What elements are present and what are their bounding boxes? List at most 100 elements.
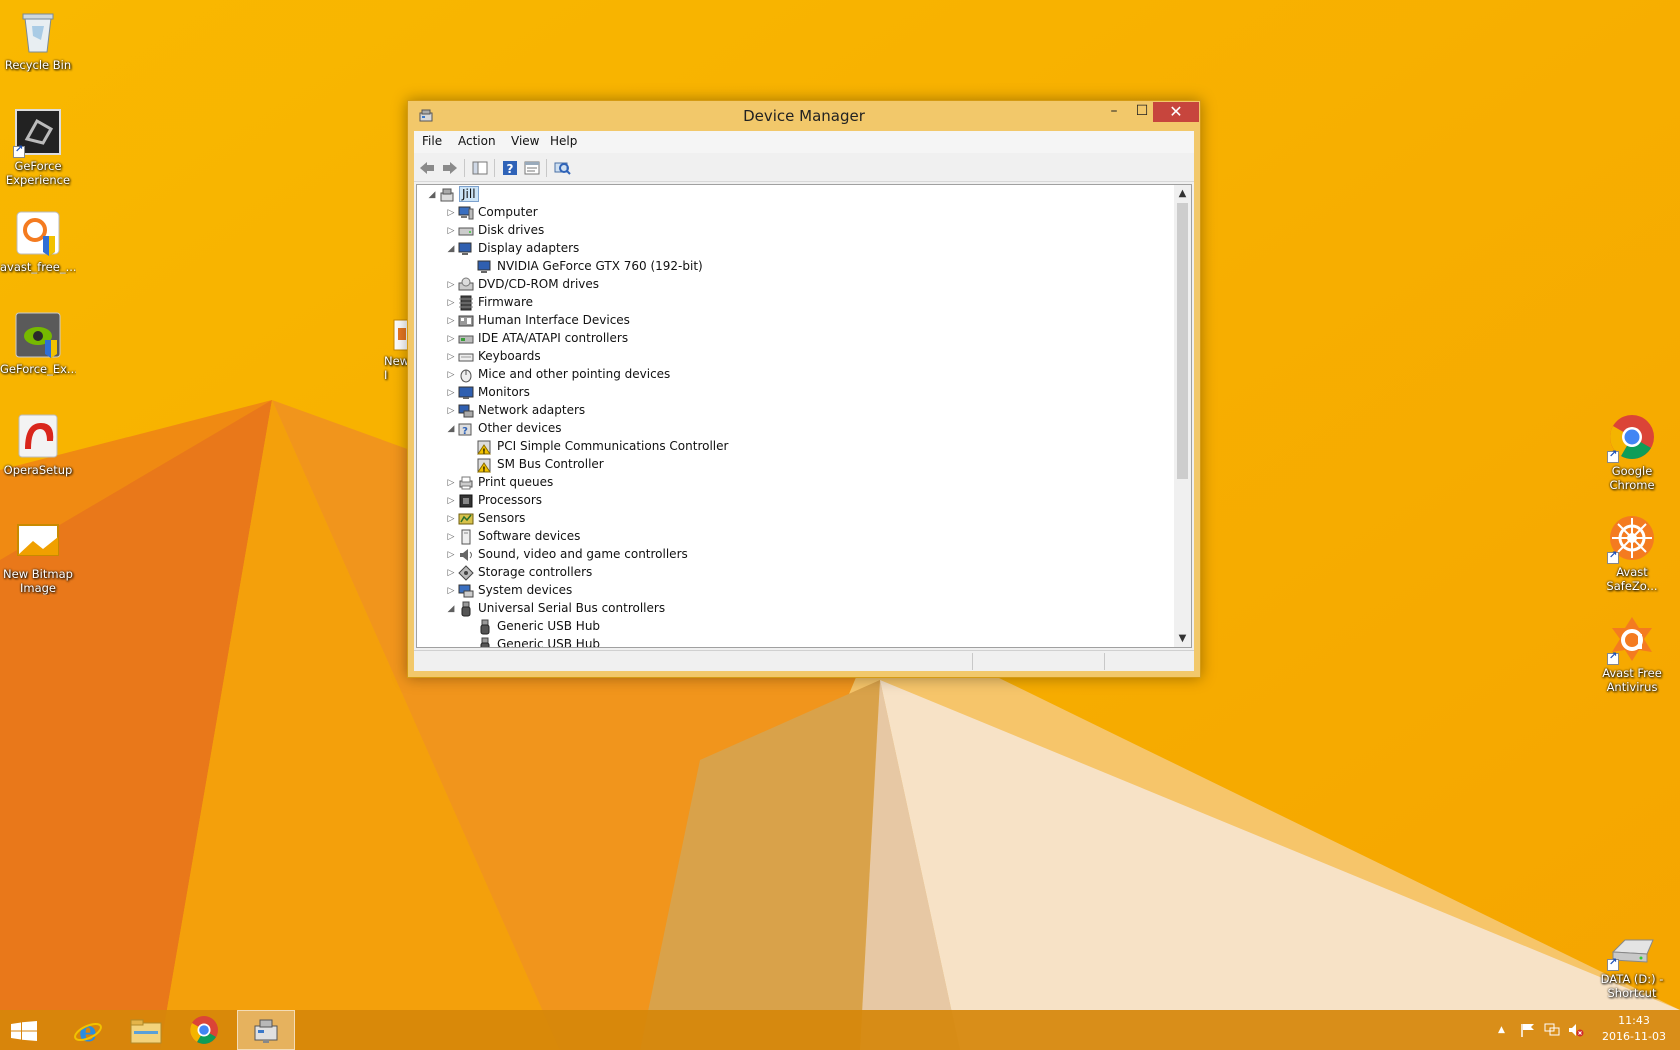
scroll-up-button[interactable]: ▲	[1174, 185, 1191, 202]
device-tree[interactable]: ◢ Jill ▷ Computer ▷ Disk drives ◢ Display adapt…	[416, 184, 1192, 648]
tree-item-firmware[interactable]: ▷ Firmware	[417, 294, 1167, 312]
shortcut-arrow-icon	[1607, 651, 1619, 665]
scroll-down-button[interactable]: ▼	[1174, 630, 1191, 647]
menu-help[interactable]: Help	[550, 134, 577, 148]
tree-item-label: Disk drives	[478, 223, 545, 237]
expand-arrow-icon[interactable]: ▷	[446, 312, 456, 330]
show-hidden-icons-icon[interactable]: ▲	[1498, 1023, 1514, 1037]
tree-item-disk-drives[interactable]: ▷ Disk drives	[417, 222, 1167, 240]
tree-item-display-adapters[interactable]: ◢ Display adapters	[417, 240, 1167, 258]
tree-item-generic-usb-hub[interactable]: Generic USB Hub	[417, 636, 1167, 647]
clock-date: 2016-11-03	[1602, 1030, 1666, 1043]
network-icon[interactable]	[1544, 1023, 1560, 1037]
disk-drive-icon	[458, 223, 474, 239]
tree-item-sensors[interactable]: ▷ Sensors	[417, 510, 1167, 528]
collapse-arrow-icon[interactable]: ◢	[446, 420, 456, 438]
toolbar-separator	[494, 159, 495, 177]
expand-arrow-icon[interactable]: ▷	[446, 384, 456, 402]
tree-item-monitors[interactable]: ▷ Monitors	[417, 384, 1167, 402]
tree-item-keyboards[interactable]: ▷ Keyboards	[417, 348, 1167, 366]
shortcut-arrow-icon	[1607, 550, 1619, 564]
expand-arrow-icon[interactable]: ▷	[446, 402, 456, 420]
taskbar-internet-explorer[interactable]: e	[58, 1010, 116, 1050]
menu-view[interactable]: View	[511, 134, 539, 148]
close-button[interactable]: ✕	[1153, 102, 1199, 122]
usb-icon	[458, 601, 474, 617]
expand-arrow-icon[interactable]: ▷	[446, 294, 456, 312]
expand-arrow-icon[interactable]: ▷	[446, 366, 456, 384]
properties-icon[interactable]	[522, 159, 542, 177]
action-center-flag-icon[interactable]	[1520, 1023, 1536, 1037]
expand-arrow-icon[interactable]: ▷	[446, 276, 456, 294]
expand-arrow-icon[interactable]: ▷	[446, 582, 456, 600]
tree-item-print-queues[interactable]: ▷ Print queues	[417, 474, 1167, 492]
desktop-icon-avast-safezone[interactable]: Avast SafeZo...	[1594, 513, 1670, 593]
desktop-icon-label: Google Chrome	[1609, 464, 1655, 492]
clock[interactable]: 11:43 2016-11-03	[1596, 1013, 1672, 1045]
tree-item-generic-usb-hub[interactable]: Generic USB Hub	[417, 618, 1167, 636]
show-hide-tree-icon[interactable]	[470, 159, 490, 177]
vertical-scrollbar[interactable]: ▲ ▼	[1174, 185, 1191, 647]
desktop-icon-recycle-bin[interactable]: Recycle Bin	[0, 6, 76, 72]
desktop-icon-geforce-installer[interactable]: GeForce_Ex...	[0, 310, 76, 376]
expand-arrow-icon[interactable]: ▷	[446, 510, 456, 528]
desktop-icon-chrome[interactable]: Google Chrome	[1594, 412, 1670, 492]
device-manager-window[interactable]: Device Manager – ☐ ✕ File Action View He…	[407, 100, 1201, 678]
desktop-icon-avast-installer[interactable]: avast_free_...	[0, 208, 76, 274]
tree-item-dvd-cd-rom-drives[interactable]: ▷ DVD/CD-ROM drives	[417, 276, 1167, 294]
menu-action[interactable]: Action	[458, 134, 496, 148]
title-bar[interactable]: Device Manager – ☐ ✕	[408, 101, 1200, 131]
expand-arrow-icon[interactable]: ▷	[446, 474, 456, 492]
tree-item-nvidia-geforce-gtx-760-192-bit[interactable]: NVIDIA GeForce GTX 760 (192-bit)	[417, 258, 1167, 276]
tree-item-other-devices[interactable]: ◢? Other devices	[417, 420, 1167, 438]
desktop-icon-label: avast_free_...	[0, 260, 76, 274]
tree-item-human-interface-devices[interactable]: ▷ Human Interface Devices	[417, 312, 1167, 330]
desktop-icon-opera-setup[interactable]: OperaSetup	[0, 411, 76, 477]
maximize-button[interactable]: ☐	[1128, 102, 1156, 122]
forward-icon[interactable]	[440, 159, 460, 177]
taskbar-chrome[interactable]	[175, 1010, 233, 1050]
expand-arrow-icon[interactable]: ▷	[446, 330, 456, 348]
minimize-button[interactable]: –	[1100, 102, 1128, 122]
expand-arrow-icon[interactable]: ▷	[446, 492, 456, 510]
tree-item-software-devices[interactable]: ▷ Software devices	[417, 528, 1167, 546]
tree-item-pci-simple-communications-controller[interactable]: ! PCI Simple Communications Controller	[417, 438, 1167, 456]
expand-arrow-icon[interactable]: ▷	[446, 546, 456, 564]
desktop-icon-label: New Bitmap Image	[3, 567, 73, 595]
usb-icon	[477, 637, 493, 647]
taskbar-device-manager[interactable]	[237, 1010, 295, 1050]
tree-item-ide-ata-atapi-controllers[interactable]: ▷ IDE ATA/ATAPI controllers	[417, 330, 1167, 348]
expand-arrow-icon[interactable]: ▷	[446, 222, 456, 240]
toolbar-separator	[464, 159, 465, 177]
tree-item-network-adapters[interactable]: ▷ Network adapters	[417, 402, 1167, 420]
collapse-arrow-icon[interactable]: ◢	[427, 186, 437, 204]
tree-item-storage-controllers[interactable]: ▷ Storage controllers	[417, 564, 1167, 582]
tree-item-mice-and-other-pointing-devices[interactable]: ▷ Mice and other pointing devices	[417, 366, 1167, 384]
taskbar-file-explorer[interactable]	[116, 1010, 174, 1050]
expand-arrow-icon[interactable]: ▷	[446, 204, 456, 222]
start-button[interactable]	[0, 1010, 58, 1050]
desktop-icon-drive-shortcut[interactable]: DATA (D:) - Shortcut	[1594, 932, 1670, 1000]
scan-hardware-icon[interactable]	[552, 159, 572, 177]
back-icon[interactable]	[417, 159, 437, 177]
tree-item-computer[interactable]: ▷ Computer	[417, 204, 1167, 222]
help-icon[interactable]: ?	[500, 159, 520, 177]
tree-item-jill[interactable]: ◢ Jill	[417, 186, 1167, 204]
menu-file[interactable]: File	[422, 134, 442, 148]
expand-arrow-icon[interactable]: ▷	[446, 528, 456, 546]
desktop-icon-partial[interactable]: New I	[380, 318, 411, 382]
volume-muted-icon[interactable]	[1568, 1023, 1584, 1037]
expand-arrow-icon[interactable]: ▷	[446, 564, 456, 582]
collapse-arrow-icon[interactable]: ◢	[446, 600, 456, 618]
tree-item-processors[interactable]: ▷ Processors	[417, 492, 1167, 510]
scroll-thumb[interactable]	[1177, 203, 1188, 479]
tree-item-universal-serial-bus-controllers[interactable]: ◢ Universal Serial Bus controllers	[417, 600, 1167, 618]
tree-item-system-devices[interactable]: ▷ System devices	[417, 582, 1167, 600]
tree-item-sm-bus-controller[interactable]: ! SM Bus Controller	[417, 456, 1167, 474]
desktop-icon-geforce-experience[interactable]: GeForce Experience	[0, 107, 76, 187]
collapse-arrow-icon[interactable]: ◢	[446, 240, 456, 258]
tree-item-sound-video-and-game-controllers[interactable]: ▷ Sound, video and game controllers	[417, 546, 1167, 564]
expand-arrow-icon[interactable]: ▷	[446, 348, 456, 366]
desktop-icon-bitmap-image[interactable]: New Bitmap Image	[0, 515, 76, 595]
desktop-icon-avast-antivirus[interactable]: Avast Free Antivirus	[1594, 614, 1670, 694]
